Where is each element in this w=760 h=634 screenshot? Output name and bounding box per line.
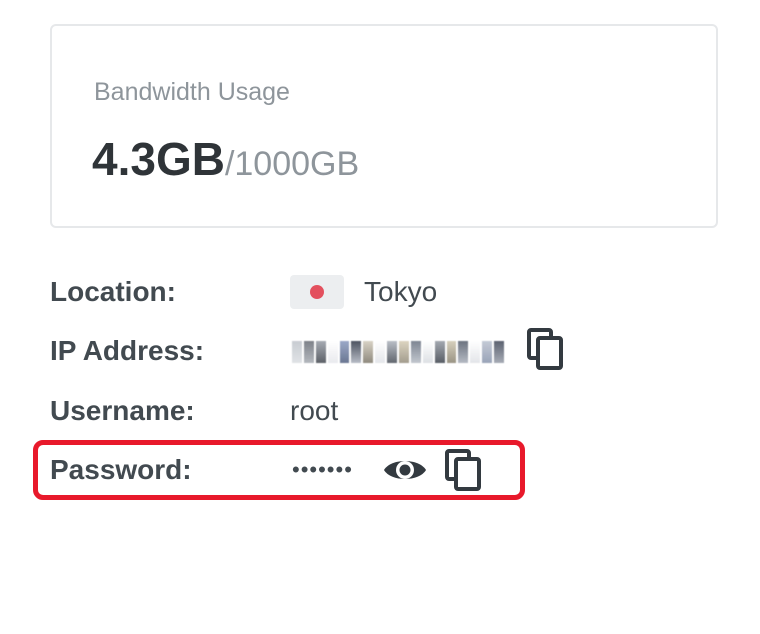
- location-row: Location: Tokyo: [50, 272, 570, 312]
- bandwidth-used: 4.3GB: [92, 133, 225, 185]
- flag-sun: [310, 285, 324, 299]
- bandwidth-usage-value: 4.3GB/1000GB: [92, 132, 359, 186]
- username-label: Username:: [50, 395, 195, 426]
- location-value: Tokyo: [364, 276, 438, 307]
- password-highlight-box: [33, 440, 525, 500]
- username-row: Username: root: [50, 391, 570, 431]
- location-label: Location:: [50, 276, 176, 307]
- ip-address-label: IP Address:: [50, 335, 205, 366]
- bandwidth-total: /1000GB: [224, 145, 360, 183]
- ip-address-row: IP Address:: [50, 328, 570, 371]
- bandwidth-usage-card: Bandwidth Usage 4.3GB/1000GB: [50, 24, 718, 228]
- username-value: root: [290, 395, 339, 426]
- ip-address-redacted: [292, 341, 505, 363]
- japan-flag-icon: [290, 275, 344, 309]
- copy-ip-icon[interactable]: [526, 327, 566, 371]
- bandwidth-usage-label: Bandwidth Usage: [94, 78, 290, 106]
